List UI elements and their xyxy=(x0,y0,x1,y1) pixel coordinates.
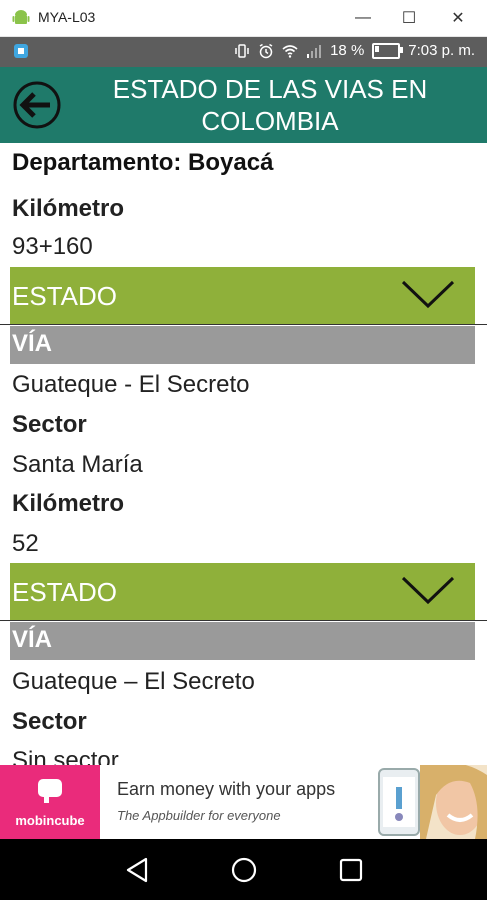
sector-label: Sector xyxy=(12,411,87,438)
via-header: VÍA xyxy=(10,622,475,660)
mobincube-logo-icon xyxy=(38,779,62,803)
navigation-bar xyxy=(0,839,487,900)
nav-recents-icon[interactable] xyxy=(336,855,366,885)
alarm-icon xyxy=(259,43,273,58)
department-label: Departamento: Boyacá xyxy=(12,149,274,176)
chevron-down-icon xyxy=(401,280,455,309)
back-arrow-icon[interactable] xyxy=(12,80,62,130)
ad-headline: Earn money with your apps xyxy=(117,779,336,799)
window-titlebar: MYA-L03 — ☐ ✕ xyxy=(0,0,487,37)
sector-value: Santa María xyxy=(12,451,143,478)
vibrate-icon xyxy=(235,43,249,58)
minimize-button[interactable]: — xyxy=(340,0,386,36)
battery-level xyxy=(375,45,380,52)
km-label: Kilómetro xyxy=(12,490,125,517)
phone-image xyxy=(378,768,420,836)
maximize-button[interactable]: ☐ xyxy=(386,0,432,36)
via-header: VÍA xyxy=(10,326,475,364)
department-header: Departamento: Boyacá xyxy=(10,143,475,183)
km-value: 52 xyxy=(12,530,39,557)
minimize-icon: — xyxy=(355,9,371,26)
km-label: Kilómetro xyxy=(12,195,125,222)
battery-percent: 18 % xyxy=(330,42,365,59)
signal-icon xyxy=(307,44,322,58)
estado-toggle[interactable]: ESTADO xyxy=(10,563,475,620)
page-title: ESTADO DE LAS VIAS EN COLOMBIA xyxy=(112,74,428,136)
estado-toggle[interactable]: ESTADO xyxy=(10,267,475,324)
nav-back-icon[interactable] xyxy=(122,855,152,885)
via-value: Guateque - El Secreto xyxy=(12,371,250,398)
maximize-icon: ☐ xyxy=(401,10,417,27)
divider xyxy=(0,324,487,325)
nav-home-icon[interactable] xyxy=(229,855,259,885)
window-title: MYA-L03 xyxy=(38,9,96,25)
estado-label: ESTADO xyxy=(12,281,117,311)
estado-label: ESTADO xyxy=(12,577,117,607)
status-bar: 18 % 7:03 p. m. xyxy=(0,37,487,67)
sector-value: Sin sector xyxy=(12,747,119,765)
clock: 7:03 p. m. xyxy=(408,42,475,59)
notification-icon xyxy=(14,44,28,58)
ad-subline: The Appbuilder for everyone xyxy=(117,808,281,823)
via-value: Guateque – El Secreto xyxy=(12,668,255,695)
ad-brand: mobincube xyxy=(0,765,100,839)
km-value: 93+160 xyxy=(12,233,93,260)
battery-icon xyxy=(372,42,404,59)
chevron-down-icon xyxy=(401,576,455,605)
app-header: ESTADO DE LAS VIAS EN COLOMBIA xyxy=(0,67,487,143)
sector-label: Sector xyxy=(12,708,87,735)
via-label: VÍA xyxy=(12,330,53,357)
ad-banner[interactable]: mobincube Earn money with your apps The … xyxy=(0,765,487,839)
close-icon: ✕ xyxy=(451,10,465,27)
divider xyxy=(0,620,487,621)
via-label: VÍA xyxy=(12,626,53,653)
android-icon xyxy=(12,10,30,24)
ad-brand-name: mobincube xyxy=(15,813,85,828)
close-button[interactable]: ✕ xyxy=(435,0,481,36)
wifi-icon xyxy=(282,44,298,58)
smiling-woman-image xyxy=(420,765,487,839)
road-status-list[interactable]: Departamento: Boyacá Kilómetro 93+160 ES… xyxy=(0,143,487,765)
